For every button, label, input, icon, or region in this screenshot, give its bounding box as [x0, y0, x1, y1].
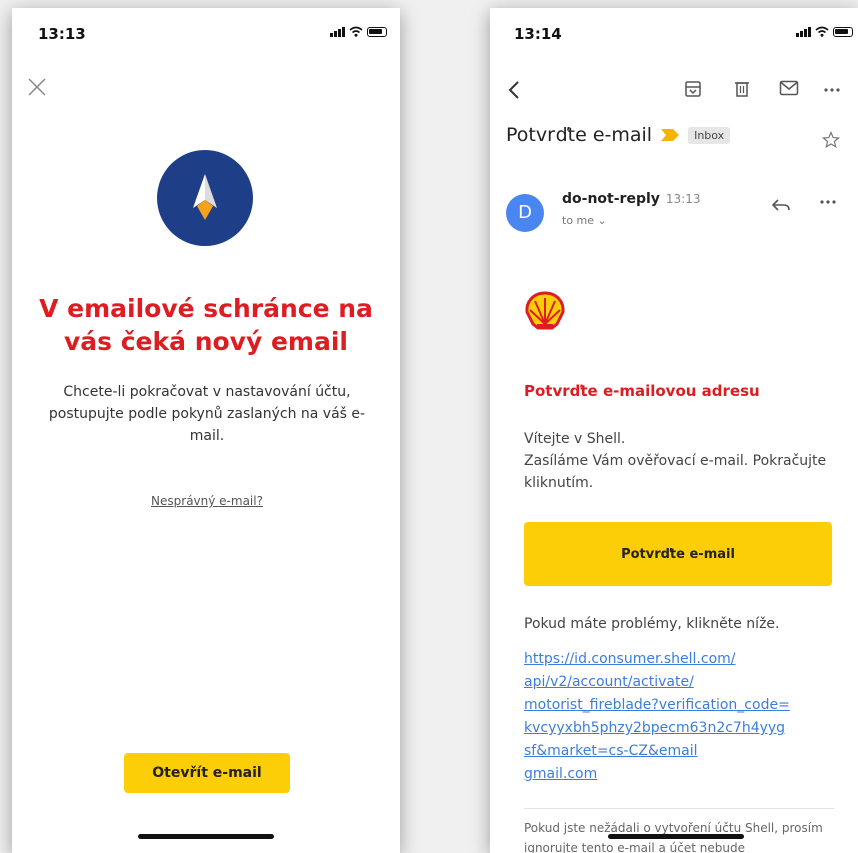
status-time: 13:13: [38, 25, 86, 43]
status-icons: [330, 26, 387, 37]
signal-icon: [796, 27, 811, 37]
more-icon[interactable]: [824, 88, 840, 92]
verification-link[interactable]: https://id.consumer.shell.com/ api/v2/ac…: [524, 648, 844, 786]
open-email-button[interactable]: Otevřít e-mail: [124, 753, 290, 793]
avatar[interactable]: D: [506, 194, 544, 232]
reply-icon[interactable]: [772, 198, 790, 212]
mail-icon[interactable]: [779, 80, 799, 96]
link-line[interactable]: kvcyyxbh5phzy2bpecm63n2c7h4yyg: [524, 717, 844, 740]
email-subject: Potvrďte e-mail: [506, 124, 653, 146]
battery-icon: [367, 27, 387, 37]
star-icon[interactable]: [822, 131, 840, 149]
link-line[interactable]: https://id.consumer.shell.com/: [524, 648, 844, 671]
email-heading: Potvrďte e-mailovou adresu: [524, 382, 760, 400]
sender-name-row: do-not-reply 13:13: [562, 191, 700, 207]
wrong-email-link[interactable]: Nesprávný e-mail?: [102, 494, 312, 508]
shell-logo-icon: [525, 291, 565, 330]
status-icons: [796, 26, 853, 37]
link-line[interactable]: api/v2/account/activate/: [524, 671, 844, 694]
link-line[interactable]: motorist_fireblade?verification_code=: [524, 694, 844, 717]
label-chip[interactable]: Inbox: [688, 126, 731, 144]
app-logo: [157, 150, 253, 246]
signal-icon: [330, 27, 345, 37]
email-view-screen: 13:14 Potvrďte e-mail Inbox D do-not-rep: [490, 8, 858, 853]
trash-icon[interactable]: [734, 80, 750, 98]
message-more-icon[interactable]: [820, 200, 836, 204]
onboarding-screen: 13:13 V emailové schránce na vás čeká no…: [12, 8, 400, 853]
home-indicator[interactable]: [608, 834, 744, 839]
archive-icon[interactable]: [684, 80, 702, 98]
confirm-email-button[interactable]: Potvrďte e-mail: [524, 522, 832, 586]
sender-name: do-not-reply: [562, 191, 660, 207]
home-indicator[interactable]: [138, 834, 274, 839]
page-title: V emailové schránce na vás čeká nový ema…: [39, 294, 373, 356]
importance-marker-icon[interactable]: [660, 128, 680, 142]
instruction-text: Chcete-li pokračovat v nastavování účtu,…: [48, 384, 366, 444]
battery-icon: [833, 27, 853, 37]
close-icon[interactable]: [26, 76, 48, 98]
email-subject-row: Potvrďte e-mail Inbox: [506, 124, 731, 146]
wifi-icon: [349, 26, 363, 37]
sender-time: 13:13: [665, 192, 701, 206]
recipient-dropdown[interactable]: to me ⌄: [562, 214, 607, 227]
status-time: 13:14: [514, 25, 562, 43]
wifi-icon: [815, 26, 829, 37]
back-arrow-icon[interactable]: [506, 80, 522, 100]
paper-plane-icon: [193, 174, 217, 220]
link-line[interactable]: gmail.com: [524, 763, 844, 786]
divider: [524, 808, 834, 809]
email-body-text: Vítejte v Shell. Zasíláme Vám ověřovací …: [524, 431, 827, 491]
link-line[interactable]: sf&market=cs-CZ&email: [524, 740, 844, 763]
problems-text: Pokud máte problémy, klikněte níže.: [524, 616, 780, 632]
